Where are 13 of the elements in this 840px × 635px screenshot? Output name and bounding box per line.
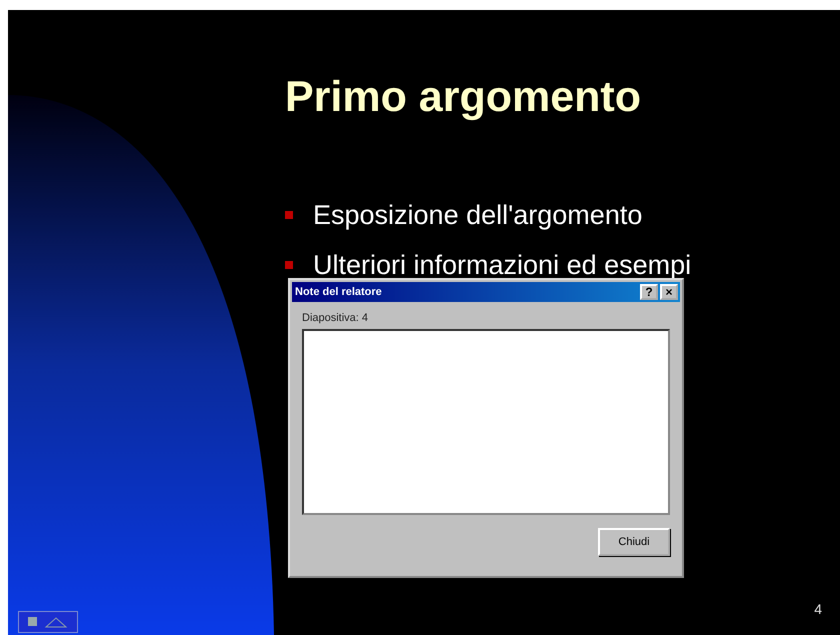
slide-title: Primo argomento — [285, 72, 642, 122]
slide-number: 4 — [814, 601, 822, 617]
bullet-text: Ulteriori informazioni ed esempi — [313, 250, 692, 280]
bullet-marker — [285, 261, 293, 269]
bullet-marker — [285, 211, 293, 219]
slideshow-menu-button[interactable] — [18, 611, 78, 633]
help-button[interactable]: ? — [640, 284, 658, 300]
bullet-text: Esposizione dell'argomento — [313, 200, 642, 230]
slide-label: Diapositiva: 4 — [302, 312, 370, 324]
notes-field[interactable] — [302, 329, 670, 515]
close-dialog-button[interactable]: Chiudi — [598, 528, 670, 556]
dialog-title: Note del relatore — [295, 286, 383, 298]
close-button[interactable]: × — [660, 284, 678, 300]
